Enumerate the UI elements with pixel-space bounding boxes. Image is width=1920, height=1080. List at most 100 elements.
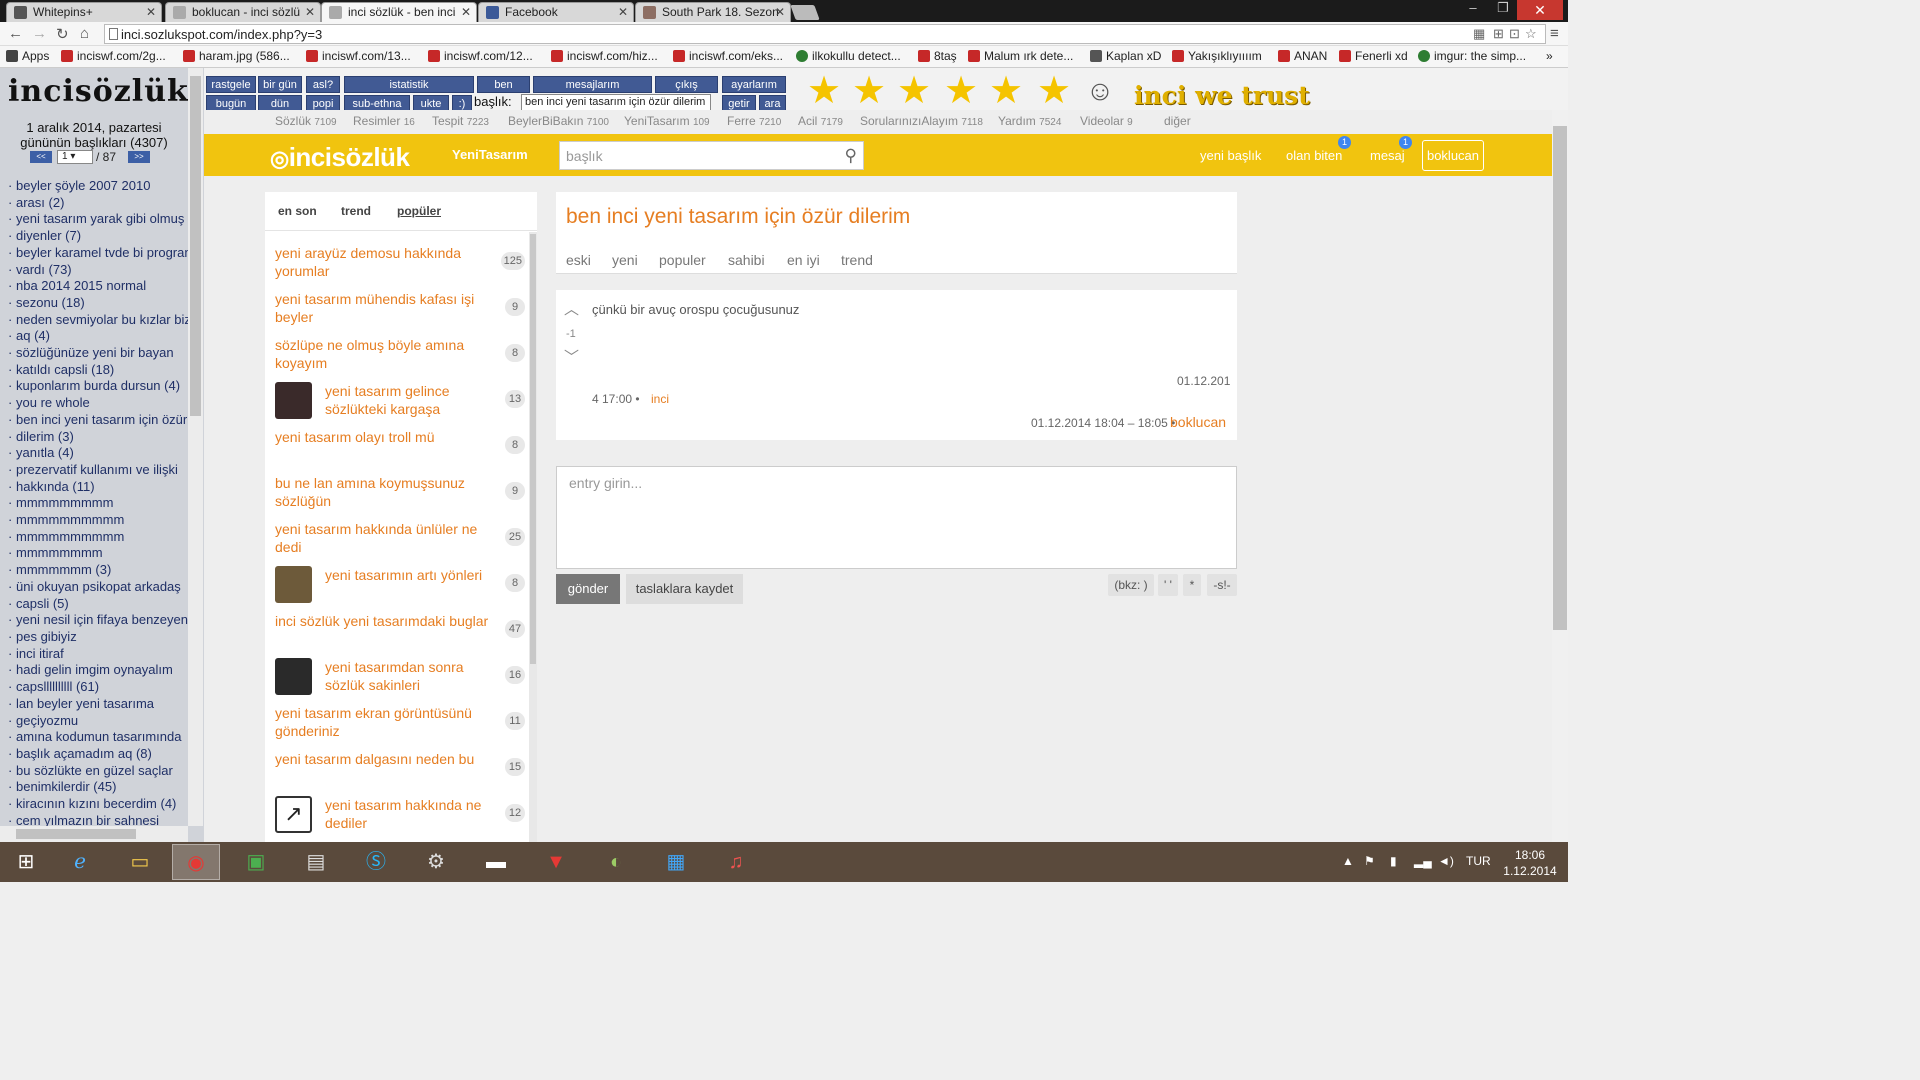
- topic-index-item[interactable]: neden sevmiyolar bu kızlar bizi: [8, 312, 188, 329]
- topic-title[interactable]: ben inci yeni tasarım için özür dilerim: [566, 205, 910, 229]
- bookmark[interactable]: 8taş: [918, 49, 957, 63]
- topic-index-item[interactable]: hakkında (11): [8, 479, 188, 496]
- topic-index-item[interactable]: capsli (5): [8, 596, 188, 613]
- avatar-star-icon[interactable]: ★: [894, 72, 934, 110]
- category-link[interactable]: SorularınızıAlayım 7118: [860, 114, 983, 128]
- tray-up-icon[interactable]: ▲: [1342, 854, 1354, 868]
- bookmark-star-icon[interactable]: ☆: [1525, 26, 1537, 42]
- topic-index-item[interactable]: kuponlarım burda dursun (4): [8, 378, 188, 395]
- bookmark[interactable]: inciswf.com/2g...: [61, 49, 166, 63]
- menu-button[interactable]: asl?: [306, 76, 340, 93]
- topic-index-item[interactable]: mmmmmmmmmm: [8, 529, 188, 546]
- close-icon[interactable]: ✕: [775, 5, 785, 19]
- page-action-icon[interactable]: ⊡: [1509, 26, 1520, 42]
- owl-star-icon[interactable]: ★: [1034, 72, 1074, 110]
- left-horizontal-scrollbar-thumb[interactable]: [16, 829, 136, 839]
- tab-populer[interactable]: popüler: [397, 204, 441, 218]
- topic-index-item[interactable]: prezervatif kullanımı ve ilişki: [8, 462, 188, 479]
- category-link[interactable]: YeniTasarım 109: [624, 114, 710, 128]
- bookmark[interactable]: Fenerli xd: [1339, 49, 1408, 63]
- topic-index-item[interactable]: dilerim (3): [8, 429, 188, 446]
- topic-index-item[interactable]: pes gibiyiz: [8, 629, 188, 646]
- topic-index-item[interactable]: vardı (73): [8, 262, 188, 279]
- facebook-star-icon[interactable]: ★: [941, 72, 981, 110]
- topic-index-item[interactable]: mmmmmmmmmm: [8, 512, 188, 529]
- topic-index-item[interactable]: nba 2014 2015 normal: [8, 278, 188, 295]
- flag-icon[interactable]: ⚑: [1364, 854, 1375, 868]
- terminal-icon[interactable]: ▬: [472, 844, 520, 880]
- back-icon[interactable]: ←: [8, 25, 23, 42]
- topic-index-item[interactable]: arası (2): [8, 195, 188, 212]
- topic-index-item[interactable]: mmmmmmm (3): [8, 562, 188, 579]
- file-explorer-icon[interactable]: ▭: [116, 844, 164, 880]
- store-icon[interactable]: ▣: [232, 844, 280, 880]
- section-link[interactable]: YeniTasarım: [452, 147, 528, 162]
- category-link[interactable]: Acil 7179: [798, 114, 843, 128]
- tab-eski[interactable]: eski: [566, 252, 591, 268]
- reload-icon[interactable]: ↻: [56, 25, 69, 43]
- topics-scrollbar-thumb[interactable]: [530, 234, 536, 664]
- menu-button[interactable]: ayarlarım: [722, 76, 786, 93]
- topic-index-item[interactable]: bu sözlükte en güzel saçlar: [8, 763, 188, 780]
- more-bookmarks-icon[interactable]: »: [1546, 49, 1553, 63]
- topic-index-item[interactable]: beyler karamel tvde bi program: [8, 245, 188, 262]
- forward-icon[interactable]: →: [32, 25, 47, 42]
- steam-icon[interactable]: ⚙: [412, 844, 460, 880]
- close-icon[interactable]: ✕: [618, 5, 628, 19]
- topic-list-item[interactable]: sözlüpe ne olmuş böyle amına koyayım 8: [275, 336, 527, 378]
- close-icon[interactable]: ✕: [461, 5, 471, 19]
- clock[interactable]: 18:06 1.12.2014: [1498, 847, 1562, 879]
- topic-index-item[interactable]: yeni nesil için fifaya benzeyen: [8, 612, 188, 629]
- topic-index-item[interactable]: başlık açamadım aq (8): [8, 746, 188, 763]
- battery-icon[interactable]: ▮: [1390, 854, 1397, 868]
- downvote-icon[interactable]: ﹀: [564, 346, 579, 367]
- topic-index-item[interactable]: amına kodumun tasarımında: [8, 729, 188, 746]
- topic-index-item[interactable]: üni okuyan psikopat arkadaş: [8, 579, 188, 596]
- topic-list-item[interactable]: yeni tasarımın artı yönleri 8: [275, 566, 527, 608]
- menu-button[interactable]: mesajlarım: [533, 76, 652, 93]
- home-icon[interactable]: ⌂: [80, 25, 89, 42]
- topic-list-item[interactable]: yeni tasarım dalgasını neden bu 15: [275, 750, 527, 792]
- translate-icon[interactable]: ⊞: [1493, 26, 1504, 42]
- tab-en-son[interactable]: en son: [278, 204, 317, 218]
- bkz-button[interactable]: (bkz: ): [1108, 574, 1154, 596]
- category-link[interactable]: Sözlük 7109: [275, 114, 337, 128]
- topic-index-item[interactable]: beyler şöyle 2007 2010: [8, 178, 188, 195]
- topic-list-item[interactable]: yeni tasarım hakkında ünlüler ne dedi 25: [275, 520, 527, 562]
- skype-icon[interactable]: Ⓢ: [352, 844, 400, 880]
- menu-button[interactable]: bir gün: [258, 76, 302, 93]
- person-icon[interactable]: ☺: [1080, 72, 1120, 110]
- topic-index-item[interactable]: you re whole: [8, 395, 188, 412]
- search-input[interactable]: başlık ⚲: [559, 141, 864, 170]
- topic-list-item[interactable]: yeni arayüz demosu hakkında yorumlar 125: [275, 244, 527, 286]
- topic-index-item[interactable]: sözlüğünüze yeni bir bayan: [8, 345, 188, 362]
- topic-list-item[interactable]: yeni tasarım gelince sözlükteki kargaşa 1…: [275, 382, 527, 424]
- topic-list-item[interactable]: yeni tasarım mühendis kafası işi beyler 9: [275, 290, 527, 332]
- save-draft-button[interactable]: taslaklara kaydet: [626, 574, 743, 604]
- spoiler-button[interactable]: -s!-: [1207, 574, 1237, 596]
- new-tab-button[interactable]: [790, 5, 820, 20]
- search-icon[interactable]: ⚲: [845, 146, 857, 166]
- bookmark[interactable]: Yakışıklıyıııım: [1172, 49, 1262, 63]
- bookmark[interactable]: Kaplan xD: [1090, 49, 1161, 63]
- tab-trend[interactable]: trend: [341, 204, 371, 218]
- minimize-icon[interactable]: –: [1460, 0, 1486, 20]
- media-icon[interactable]: ▤: [292, 844, 340, 880]
- page-select[interactable]: 1 ▾: [57, 150, 93, 164]
- menu-button[interactable]: çıkış: [655, 76, 718, 93]
- entry-owner-link[interactable]: boklucan: [1170, 414, 1226, 430]
- entry-editor[interactable]: entry girin...: [556, 466, 1237, 569]
- restore-icon[interactable]: ❐: [1490, 0, 1516, 20]
- topic-index-item[interactable]: inci itiraf: [8, 646, 188, 663]
- topic-list-item[interactable]: yeni tasarım olayı troll mü 8: [275, 428, 527, 470]
- chrome-icon[interactable]: ◉: [172, 844, 220, 880]
- category-link[interactable]: Tespit 7223: [432, 114, 489, 128]
- bookmark[interactable]: inciswf.com/12...: [428, 49, 533, 63]
- tab-yeni[interactable]: yeni: [612, 252, 638, 268]
- topic-index-item[interactable]: geçiyozmu: [8, 713, 188, 730]
- brand-logo[interactable]: ◎incisözlük: [270, 142, 410, 173]
- browser-tab[interactable]: Whitepins+ ✕: [6, 2, 162, 22]
- url-input[interactable]: inci.sozlukspot.com/index.php?y=3 ▦ ⊞ ⊡ …: [104, 24, 1546, 44]
- category-link[interactable]: Ferre 7210: [727, 114, 781, 128]
- messages-link[interactable]: mesaj 1: [1370, 136, 1412, 163]
